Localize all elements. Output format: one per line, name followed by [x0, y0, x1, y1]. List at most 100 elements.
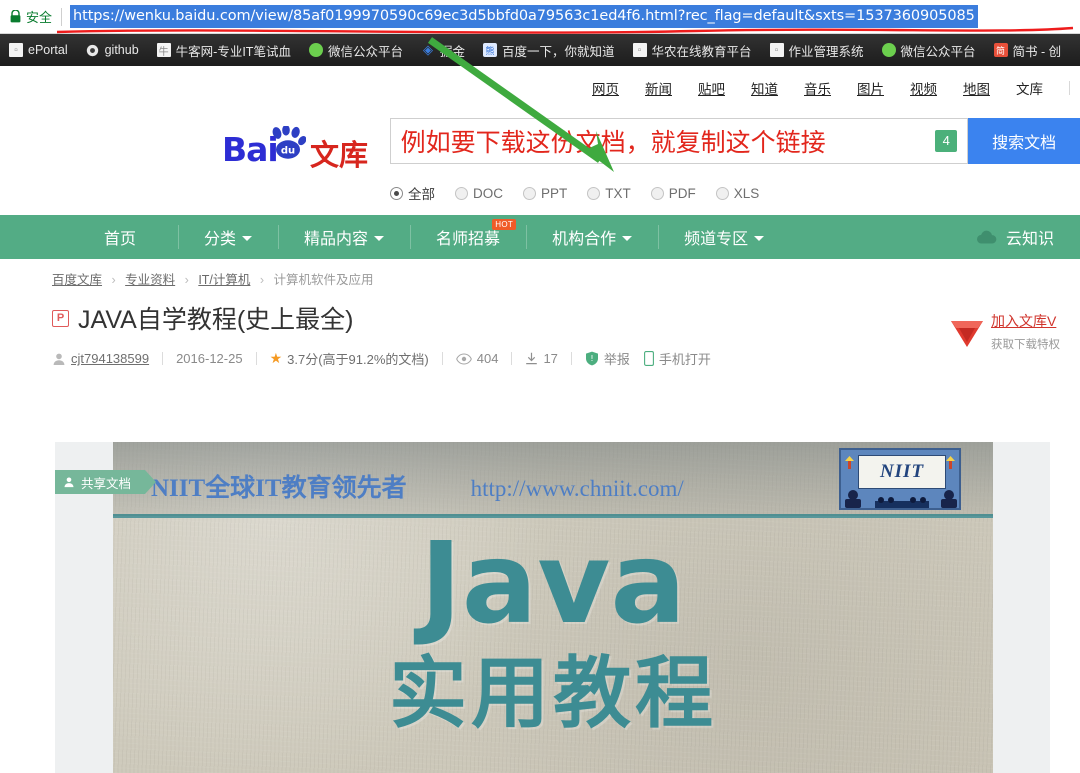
document-viewer[interactable]: 共享文档 NIIT全球IT教育领先者 http://www.chniit.com… — [55, 442, 1050, 773]
baidu-paw-icon: du — [272, 126, 306, 159]
topnav-item-webpage[interactable]: 网页 — [592, 78, 619, 98]
bookmark-item[interactable]: ▫ 作业管理系统 — [761, 34, 873, 66]
chevron-down-icon — [754, 236, 765, 241]
vip-diamond-icon — [951, 320, 983, 347]
star-icon: ★ — [269, 350, 283, 366]
slide-header-text: NIIT全球IT教育领先者 http://www.chniit.com/ — [151, 468, 684, 504]
meta-downloads: 17 — [525, 351, 558, 366]
nav-item-institution[interactable]: 机构合作 — [526, 215, 658, 259]
nav-item-teacher-recruit[interactable]: 名师招募 HOT — [410, 215, 526, 259]
filter-label: TXT — [605, 185, 631, 201]
cloud-icon — [976, 230, 997, 244]
bookmark-label: 简书 - 创 — [1012, 44, 1062, 59]
wechat-icon — [308, 43, 323, 57]
search-section: Bai du 文库 4 搜索文档 — [0, 110, 1080, 174]
filter-radio-pdf[interactable]: PDF — [650, 186, 696, 201]
meta-rating: ★ 3.7分(高于91.2%的文档) — [270, 349, 429, 368]
bookmark-item[interactable]: ▫ ePortal — [0, 34, 77, 66]
baidu-top-nav[interactable]: 网页 新闻 贴吧 知道 音乐 图片 视频 地图 文库 — [0, 66, 1080, 110]
bookmark-label: 华农在线教育平台 — [651, 44, 752, 59]
file-type-filter-group[interactable]: 全部 DOC PPT TXT PDF XLS — [0, 174, 1080, 203]
nav-item-premium[interactable]: 精品内容 — [278, 215, 410, 259]
meta-divider — [570, 352, 572, 365]
report-button[interactable]: ! 举报 — [585, 349, 630, 368]
meta-divider — [162, 352, 164, 365]
bookmark-item[interactable]: 微信公众平台 — [873, 34, 985, 66]
topnav-item-wenku[interactable]: 文库 — [1016, 78, 1043, 98]
filter-label: DOC — [473, 185, 503, 201]
topnav-item-news[interactable]: 新闻 — [645, 78, 672, 98]
bookmark-item[interactable]: 微信公众平台 — [300, 34, 412, 66]
slide-url: http://www.chniit.com/ — [470, 476, 684, 501]
radio-icon[interactable] — [455, 186, 468, 200]
filter-label: XLS — [733, 185, 760, 201]
vip-subtitle: 获取下载特权 — [991, 338, 1060, 351]
filter-radio-all[interactable]: 全部 — [390, 183, 435, 203]
breadcrumb-item-2[interactable]: IT/计算机 — [198, 273, 250, 287]
bookmark-label: 百度一下，你就知道 — [501, 44, 615, 59]
search-count-badge: 4 — [935, 130, 958, 152]
security-indicator[interactable]: 安全 — [0, 0, 61, 33]
meta-divider — [511, 352, 513, 365]
nav-item-cloud-knowledge[interactable]: 云知识 — [976, 215, 1070, 259]
report-label: 举报 — [603, 352, 630, 367]
hot-badge: HOT — [492, 219, 517, 230]
nav-item-channel[interactable]: 频道专区 — [658, 215, 790, 259]
topnav-item-tieba[interactable]: 贴吧 — [698, 78, 725, 98]
search-submit-button[interactable]: 搜索文档 — [968, 118, 1080, 164]
topnav-item-music[interactable]: 音乐 — [804, 78, 831, 98]
radio-icon[interactable] — [390, 186, 403, 200]
document-meta-row: cjt794138599 2016-12-25 ★ 3.7分(高于91.2%的文… — [52, 349, 1068, 368]
filter-radio-txt[interactable]: TXT — [587, 186, 631, 201]
mobile-open-button[interactable]: 手机打开 — [643, 349, 711, 368]
shared-document-badge: 共享文档 — [55, 470, 157, 494]
meta-date: 2016-12-25 — [176, 351, 243, 366]
generic-page-icon: ▫ — [9, 43, 23, 57]
author-name[interactable]: cjt794138599 — [71, 351, 149, 366]
nav-label: 机构合作 — [552, 231, 617, 248]
chevron-down-icon — [374, 236, 385, 241]
filter-radio-ppt[interactable]: PPT — [523, 186, 567, 201]
meta-author[interactable]: cjt794138599 — [52, 351, 149, 366]
bookmark-item[interactable]: ◈ 掘金 — [412, 34, 474, 66]
topnav-item-video[interactable]: 视频 — [910, 78, 937, 98]
filter-radio-doc[interactable]: DOC — [455, 186, 503, 201]
breadcrumb-separator: › — [184, 273, 189, 287]
topnav-item-map[interactable]: 地图 — [963, 78, 990, 98]
search-box[interactable]: 4 — [389, 118, 969, 164]
breadcrumb-item-1[interactable]: 专业资料 — [125, 273, 175, 287]
lamp-icon — [946, 456, 955, 469]
bookmark-item[interactable]: github — [77, 34, 148, 66]
radio-icon[interactable] — [523, 186, 536, 200]
bookmarks-bar[interactable]: ▫ ePortal github 牛 牛客网-专业IT笔试血 微信公众平台 ◈ … — [0, 34, 1080, 66]
bookmark-item[interactable]: 熊 百度一下，你就知道 — [474, 34, 624, 66]
topnav-item-zhidao[interactable]: 知道 — [751, 78, 778, 98]
breadcrumb-item-0[interactable]: 百度文库 — [52, 273, 102, 287]
page-title: P JAVA自学教程(史上最全) — [52, 300, 1068, 336]
browser-address-bar[interactable]: 安全 https://wenku.baidu.com/view/85af0199… — [0, 0, 1080, 34]
bookmark-item[interactable]: 简 简书 - 创 — [985, 34, 1071, 66]
generic-page-icon: ▫ — [769, 43, 784, 57]
nav-item-category[interactable]: 分类 — [178, 215, 278, 259]
nav-item-home[interactable]: 首页 — [62, 215, 178, 259]
vip-text-block: 加入文库V 获取下载特权 — [991, 311, 1060, 354]
breadcrumb[interactable]: 百度文库 › 专业资料 › IT/计算机 › 计算机软件及应用 — [52, 259, 1068, 288]
bookmark-item[interactable]: 牛 牛客网-专业IT笔试血 — [148, 34, 300, 66]
search-input[interactable] — [390, 119, 936, 163]
bookmark-label: 作业管理系统 — [788, 44, 864, 59]
radio-icon[interactable] — [715, 186, 729, 200]
radio-icon[interactable] — [587, 186, 601, 200]
bookmark-item[interactable]: ▫ 华农在线教育平台 — [624, 34, 761, 66]
topnav-item-images[interactable]: 图片 — [857, 78, 884, 98]
radio-icon[interactable] — [650, 186, 664, 200]
url-input[interactable]: https://wenku.baidu.com/view/85af0199970… — [70, 5, 978, 28]
bookmark-label: 微信公众平台 — [327, 44, 403, 59]
generic-page-icon: ▫ — [632, 43, 647, 57]
nav-label: 名师招募 — [436, 231, 501, 248]
wenku-main-nav[interactable]: 首页 分类 精品内容 名师招募 HOT 机构合作 频道专区 云知识 — [0, 215, 1080, 259]
rating-text: 3.7分(高于91.2%的文档) — [287, 352, 429, 367]
baidu-wenku-logo[interactable]: Bai du 文库 — [222, 124, 372, 174]
svg-text:!: ! — [590, 354, 593, 363]
filter-radio-xls[interactable]: XLS — [715, 185, 760, 201]
vip-promo[interactable]: 加入文库V 获取下载特权 — [950, 311, 1080, 354]
